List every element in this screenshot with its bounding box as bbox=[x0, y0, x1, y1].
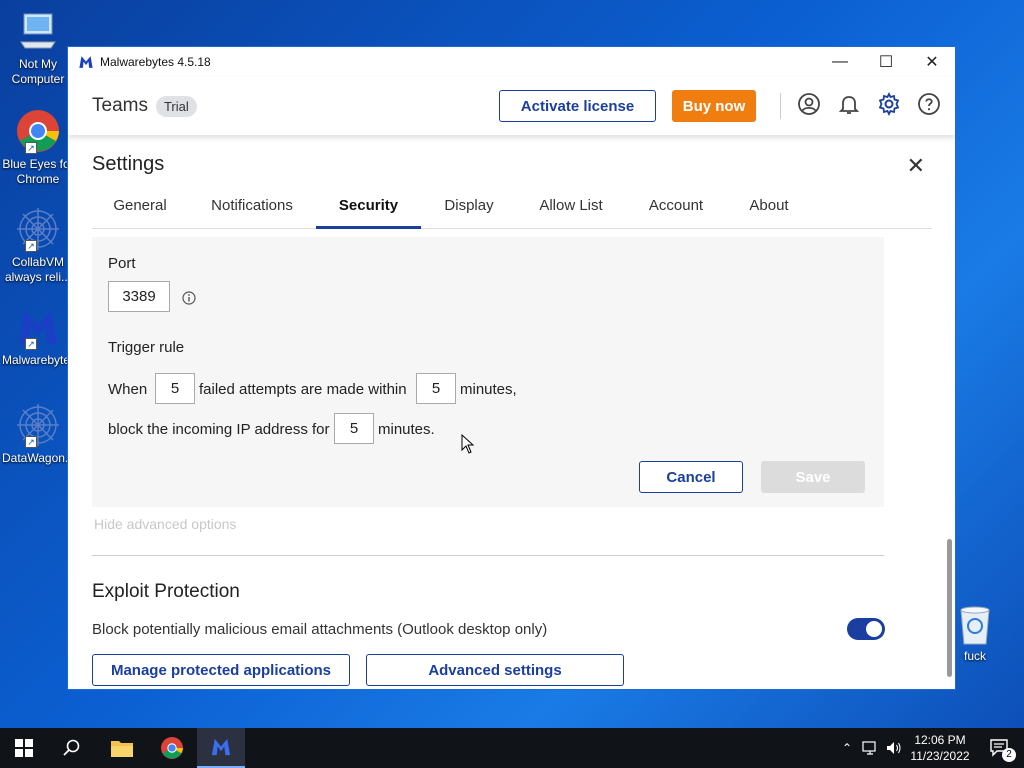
malwarebytes-window: Malwarebytes 4.5.18 — ☐ ✕ Teams Trial Ac… bbox=[67, 46, 956, 690]
folder-icon bbox=[111, 741, 133, 757]
trigger-rule-label: Trigger rule bbox=[108, 339, 185, 356]
desktop-icon-label: Blue Eyes for Chrome bbox=[2, 157, 74, 186]
clock-time: 12:06 PM bbox=[914, 733, 966, 747]
shortcut-arrow-icon: ↗ bbox=[25, 240, 37, 252]
desktop-icon-label: DataWagon... bbox=[2, 451, 75, 465]
clock-date: 11/23/2022 bbox=[910, 749, 970, 763]
maximize-button[interactable]: ☐ bbox=[863, 47, 909, 77]
malwarebytes-logo-icon bbox=[79, 56, 93, 68]
chevron-up-icon[interactable]: ⌃ bbox=[838, 741, 856, 755]
computer-icon bbox=[15, 8, 61, 54]
malwarebytes-taskbar-button[interactable] bbox=[197, 728, 245, 768]
tab-about[interactable]: About bbox=[733, 183, 805, 229]
start-button[interactable] bbox=[0, 728, 48, 768]
manage-protected-applications-button[interactable]: Manage protected applications bbox=[92, 654, 350, 686]
taskbar-clock[interactable]: 12:06 PM 11/23/2022 bbox=[900, 732, 980, 764]
taskbar: ⌃ 12:06 PM 11/23/2022 2 bbox=[0, 728, 1024, 768]
trial-badge: Trial bbox=[155, 95, 197, 117]
notification-count-badge: 2 bbox=[1002, 748, 1016, 762]
minimize-button[interactable]: — bbox=[817, 47, 863, 77]
mandala-icon: ↗ bbox=[15, 206, 61, 252]
tab-account[interactable]: Account bbox=[633, 183, 719, 229]
mouse-cursor-icon bbox=[461, 434, 475, 454]
exploit-email-description: Block potentially malicious email attach… bbox=[92, 621, 548, 638]
minutes-comma-text: minutes, bbox=[460, 381, 517, 398]
tab-general[interactable]: General bbox=[92, 183, 188, 229]
malwarebytes-icon bbox=[211, 738, 231, 756]
activate-license-button[interactable]: Activate license bbox=[499, 90, 656, 122]
desktop-icon-malwarebytes[interactable]: ↗ Malwarebytes bbox=[2, 304, 77, 368]
header-divider bbox=[780, 93, 781, 119]
close-window-button[interactable]: ✕ bbox=[909, 47, 955, 77]
advanced-settings-button[interactable]: Advanced settings bbox=[366, 654, 624, 686]
failed-attempts-input[interactable]: 5 bbox=[155, 373, 195, 404]
tab-notifications[interactable]: Notifications bbox=[196, 183, 308, 229]
when-text: When bbox=[108, 381, 148, 398]
plan-name: Teams bbox=[92, 95, 148, 116]
cancel-button[interactable]: Cancel bbox=[639, 461, 743, 493]
settings-close-button[interactable]: ✕ bbox=[907, 153, 925, 179]
brute-force-advanced-panel: Port 3389 Trigger rule When 5 failed att… bbox=[92, 237, 884, 507]
shortcut-arrow-icon: ↗ bbox=[25, 436, 37, 448]
desktop-icon-label: Malwarebytes bbox=[2, 353, 77, 367]
chrome-icon bbox=[161, 737, 183, 759]
settings-title: Settings bbox=[92, 153, 165, 175]
minutes-dot-text: minutes. bbox=[378, 421, 435, 438]
desktop-icon-collabvm[interactable]: ↗ CollabVM always reli... bbox=[2, 206, 74, 285]
desktop-icon-recycle-bin[interactable]: fuck bbox=[948, 602, 1002, 663]
recycle-bin-icon bbox=[960, 606, 990, 645]
action-center-button[interactable]: 2 bbox=[976, 728, 1024, 768]
within-minutes-input[interactable]: 5 bbox=[416, 373, 456, 404]
port-input[interactable]: 3389 bbox=[108, 281, 170, 312]
port-label: Port bbox=[108, 255, 136, 272]
vertical-scrollbar[interactable] bbox=[947, 539, 952, 677]
save-button[interactable]: Save bbox=[761, 461, 865, 493]
system-tray: ⌃ bbox=[838, 728, 902, 768]
recycle-bin-label: fuck bbox=[963, 649, 986, 663]
exploit-protection-title: Exploit Protection bbox=[92, 581, 240, 602]
mandala-icon: ↗ bbox=[15, 402, 61, 448]
search-icon bbox=[63, 739, 80, 756]
desktop-icon-blue-eyes-chrome[interactable]: ↗ Blue Eyes for Chrome bbox=[2, 108, 74, 187]
desktop-icon-datawagon[interactable]: ↗ DataWagon... bbox=[2, 402, 75, 466]
tab-display[interactable]: Display bbox=[431, 183, 507, 229]
toggle-knob bbox=[866, 621, 882, 637]
windows-logo-icon bbox=[15, 739, 33, 757]
chrome-icon: ↗ bbox=[15, 108, 61, 154]
settings-tabs: General Notifications Security Display A… bbox=[92, 183, 932, 229]
help-icon[interactable] bbox=[917, 92, 941, 116]
app-header: Teams Trial Activate license Buy now bbox=[68, 77, 955, 135]
block-ip-text: block the incoming IP address for bbox=[108, 421, 330, 438]
settings-gear-icon[interactable] bbox=[877, 92, 901, 116]
buy-now-button[interactable]: Buy now bbox=[672, 90, 756, 122]
desktop-icon-label: CollabVM always reli... bbox=[4, 255, 72, 284]
file-explorer-button[interactable] bbox=[98, 728, 146, 768]
malwarebytes-icon: ↗ bbox=[15, 304, 61, 350]
tab-allow-list[interactable]: Allow List bbox=[523, 183, 619, 229]
desktop-icon-not-my-computer[interactable]: Not My Computer bbox=[2, 8, 74, 87]
chrome-taskbar-button[interactable] bbox=[148, 728, 196, 768]
window-title: Malwarebytes 4.5.18 bbox=[100, 55, 211, 69]
tab-security[interactable]: Security bbox=[316, 183, 421, 229]
notifications-icon[interactable] bbox=[837, 92, 861, 116]
info-icon[interactable] bbox=[182, 291, 196, 305]
title-bar: Malwarebytes 4.5.18 — ☐ ✕ bbox=[68, 47, 955, 77]
email-attachment-toggle[interactable] bbox=[847, 618, 885, 640]
account-icon[interactable] bbox=[797, 92, 821, 116]
failed-attempts-text: failed attempts are made within bbox=[199, 381, 407, 398]
desktop-icon-label: Not My Computer bbox=[11, 57, 65, 86]
hide-advanced-options-link[interactable]: Hide advanced options bbox=[94, 516, 236, 532]
search-button[interactable] bbox=[48, 728, 96, 768]
shortcut-arrow-icon: ↗ bbox=[25, 338, 37, 350]
block-minutes-input[interactable]: 5 bbox=[334, 413, 374, 444]
shortcut-arrow-icon: ↗ bbox=[25, 142, 37, 154]
section-divider bbox=[92, 555, 884, 556]
network-icon[interactable] bbox=[862, 741, 880, 755]
